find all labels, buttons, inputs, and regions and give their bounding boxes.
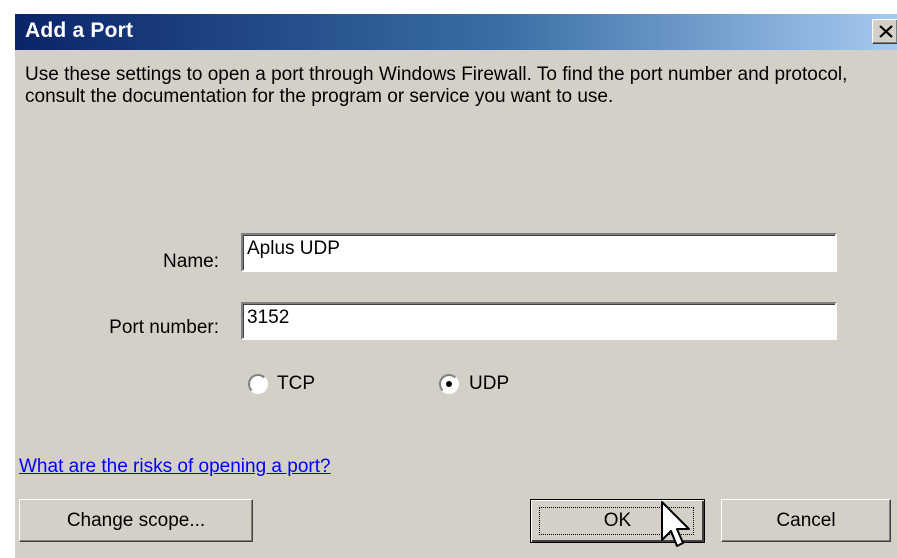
port-number-label: Port number: xyxy=(109,317,219,338)
mouse-pointer-icon xyxy=(661,501,690,547)
cancel-label: Cancel xyxy=(776,510,836,531)
title-bar[interactable]: Add a Port xyxy=(15,14,897,50)
name-label: Name: xyxy=(163,251,219,272)
close-icon xyxy=(879,25,893,38)
radio-selected-dot xyxy=(446,381,452,387)
change-scope-button[interactable]: Change scope... xyxy=(19,499,253,542)
cancel-button[interactable]: Cancel xyxy=(721,499,891,542)
port-number-input[interactable]: 3152 xyxy=(241,302,837,340)
tcp-radio-label[interactable]: TCP xyxy=(277,373,315,395)
name-input[interactable]: Aplus UDP xyxy=(241,233,837,272)
udp-radio[interactable] xyxy=(439,374,459,394)
tcp-radio[interactable] xyxy=(248,374,268,394)
close-button[interactable] xyxy=(872,19,897,44)
risks-link[interactable]: What are the risks of opening a port? xyxy=(19,456,331,478)
dialog-description: Use these settings to open a port throug… xyxy=(25,64,848,107)
add-port-dialog: Add a Port Use these settings to open a … xyxy=(14,14,897,558)
change-scope-label: Change scope... xyxy=(66,510,206,531)
dialog-title: Add a Port xyxy=(25,19,134,42)
udp-radio-label[interactable]: UDP xyxy=(469,373,509,395)
